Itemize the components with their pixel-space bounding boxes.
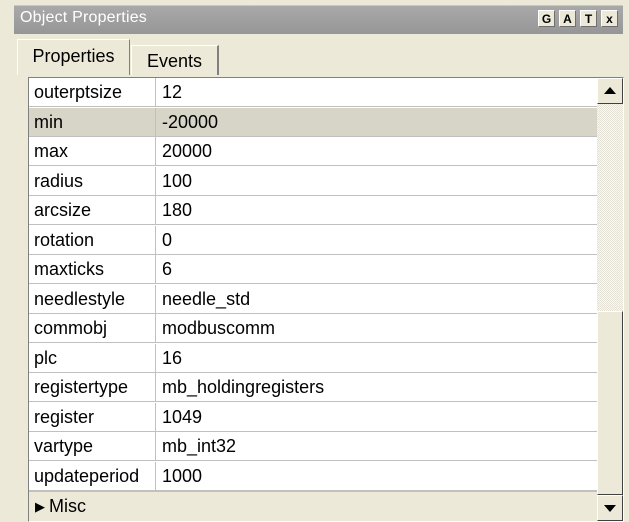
property-value[interactable]: 1049 (157, 403, 597, 431)
property-name[interactable]: plc (29, 343, 156, 372)
property-grid: outerptsize 12 min -20000 max 20000 radius 100 a… (28, 77, 624, 522)
scroll-up-button[interactable] (597, 78, 623, 104)
table-row[interactable]: radius 100 (29, 166, 597, 196)
property-name[interactable]: vartype (29, 432, 156, 460)
category-label: Misc (49, 496, 86, 516)
scroll-down-button[interactable] (597, 495, 623, 521)
property-name[interactable]: updateperiod (29, 461, 156, 490)
table-row[interactable]: updateperiod 1000 (29, 461, 597, 491)
table-row[interactable]: register 1049 (29, 402, 597, 432)
arrow-down-icon (604, 505, 616, 512)
panel-title: Object Properties (20, 9, 148, 26)
property-name[interactable]: radius (29, 166, 156, 195)
tab-events[interactable]: Events (131, 45, 219, 75)
property-name[interactable]: maxticks (29, 255, 156, 283)
property-value[interactable]: 1000 (157, 462, 597, 490)
property-name[interactable]: commobj (29, 314, 156, 342)
table-row[interactable]: max 20000 (29, 137, 597, 166)
table-row[interactable]: needlestyle needle_std (29, 284, 597, 314)
arrow-up-icon (604, 87, 616, 94)
property-value[interactable]: 6 (157, 255, 597, 283)
table-row[interactable]: registertype mb_holdingregisters (29, 373, 597, 402)
t-button[interactable]: T (580, 10, 597, 27)
property-value[interactable]: 0 (157, 226, 597, 254)
g-button[interactable]: G (538, 10, 555, 27)
property-value[interactable]: modbuscomm (157, 314, 597, 342)
property-value[interactable]: needle_std (157, 285, 597, 313)
title-bar[interactable]: Object Properties G A T x (14, 5, 623, 34)
property-name[interactable]: rotation (29, 225, 156, 254)
property-name[interactable]: outerptsize (29, 78, 156, 106)
property-value[interactable]: 20000 (157, 137, 597, 165)
property-name[interactable]: registertype (29, 373, 156, 401)
property-value[interactable]: 12 (157, 78, 597, 106)
table-row[interactable]: min -20000 (29, 107, 597, 137)
table-row[interactable]: plc 16 (29, 343, 597, 373)
property-name[interactable]: min (29, 107, 156, 136)
property-name[interactable]: arcsize (29, 196, 156, 224)
a-button[interactable]: A (559, 10, 576, 27)
property-value[interactable]: mb_int32 (157, 432, 597, 460)
table-row[interactable]: arcsize 180 (29, 196, 597, 225)
property-value[interactable]: 180 (157, 196, 597, 224)
table-row[interactable]: vartype mb_int32 (29, 432, 597, 461)
table-row[interactable]: outerptsize 12 (29, 78, 597, 107)
table-row[interactable]: maxticks 6 (29, 255, 597, 284)
triangle-right-icon[interactable]: ▶ (35, 492, 45, 521)
object-properties-panel: Object Properties G A T x Properties Eve… (14, 5, 624, 522)
table-row[interactable]: commobj modbuscomm (29, 314, 597, 343)
property-value[interactable]: mb_holdingregisters (157, 373, 597, 401)
vertical-scrollbar[interactable] (597, 78, 623, 521)
tab-properties[interactable]: Properties (17, 39, 130, 75)
property-value[interactable]: 100 (157, 167, 597, 195)
property-name[interactable]: register (29, 402, 156, 431)
property-name[interactable]: needlestyle (29, 284, 156, 313)
property-name[interactable]: max (29, 137, 156, 165)
category-row-misc[interactable]: ▶ Misc (29, 491, 597, 521)
close-button[interactable]: x (601, 10, 618, 27)
table-row[interactable]: rotation 0 (29, 225, 597, 255)
property-value[interactable]: -20000 (157, 108, 597, 136)
property-value[interactable]: 16 (157, 344, 597, 372)
scrollbar-thumb[interactable] (597, 311, 623, 495)
